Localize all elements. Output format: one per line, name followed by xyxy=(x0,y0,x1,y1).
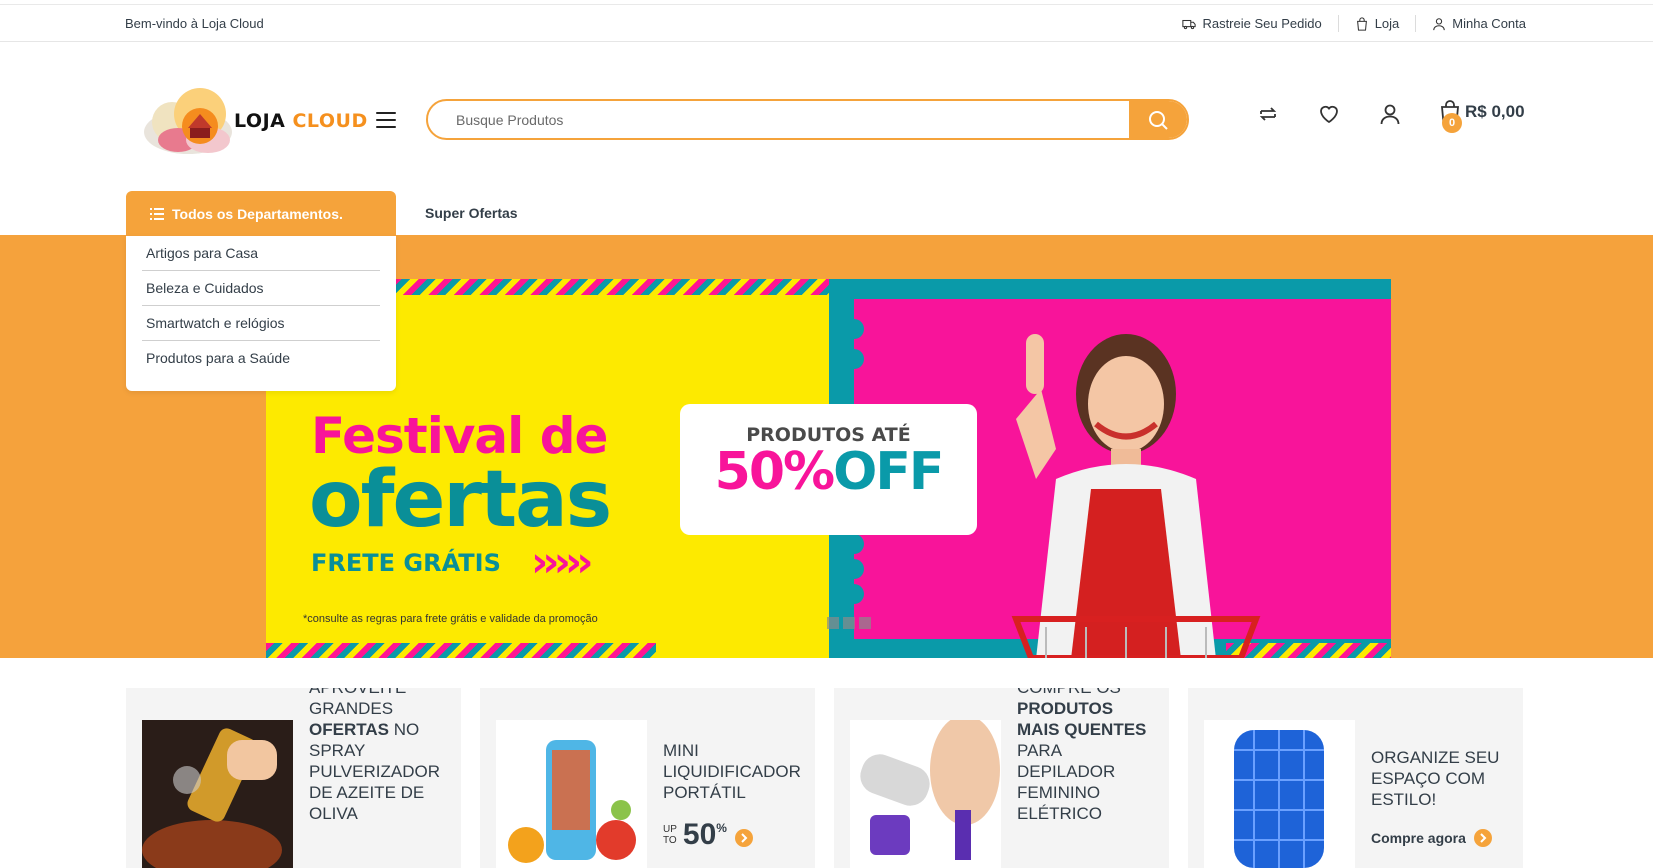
top-links: Rastreie Seu Pedido Loja Minha Conta xyxy=(1166,15,1526,32)
promo-percent: 50% xyxy=(714,442,835,502)
promo-box: PRODUTOS ATÉ 50%OFF xyxy=(680,404,977,535)
promo-card-laundry-basket[interactable]: ORGANIZE SEU ESPAÇO COM ESTILO! Compre a… xyxy=(1188,688,1523,868)
my-account-label: Minha Conta xyxy=(1452,16,1526,31)
all-departments-button[interactable]: Todos os Departamentos. xyxy=(126,191,396,236)
department-item-smartwatch[interactable]: Smartwatch e relógios xyxy=(142,306,380,341)
epilator-image xyxy=(850,720,1001,868)
slider-dots xyxy=(827,617,871,629)
list-icon xyxy=(150,207,164,220)
track-order-label: Rastreie Seu Pedido xyxy=(1202,16,1322,31)
cart-total: R$ 0,00 xyxy=(1465,102,1525,121)
department-item-casa[interactable]: Artigos para Casa xyxy=(142,236,380,271)
shopping-cart-illustration xyxy=(1011,616,1261,658)
cloud-logo-icon xyxy=(144,88,232,154)
search-icon xyxy=(1149,110,1168,130)
arrow-right-icon[interactable] xyxy=(734,829,753,847)
hamburger-menu-icon[interactable] xyxy=(376,112,396,128)
shopping-bag-icon xyxy=(1356,16,1367,31)
cart[interactable]: 0 R$ 0,00 xyxy=(1440,100,1525,133)
promo-discount: 50%OFF xyxy=(680,442,977,502)
department-item-beleza[interactable]: Beleza e Cuidados xyxy=(142,271,380,306)
logo-text-loja: LOJA xyxy=(234,110,286,132)
arrow-right-icon xyxy=(1473,829,1492,847)
department-item-saude[interactable]: Produtos para a Saúde xyxy=(142,341,380,376)
banner-fine-print: *consulte as regras para frete grátis e … xyxy=(303,613,598,625)
top-bar: Bem-vindo à Loja Cloud Rastreie Seu Pedi… xyxy=(0,4,1653,42)
card-epilator-bold: PRODUTOS MAIS QUENTES xyxy=(1017,699,1147,739)
logo-text-cloud: CLOUD xyxy=(292,110,368,132)
account-icon[interactable] xyxy=(1378,102,1402,126)
truck-icon xyxy=(1182,19,1197,29)
promo-card-mini-blender[interactable]: MINI LIQUIDIFICADOR PORTÁTIL UP TO 50 % xyxy=(480,688,815,868)
cart-count-badge: 0 xyxy=(1442,113,1462,133)
oil-sprayer-image xyxy=(142,720,293,868)
card-oil-text: APROVEITE GRANDES OFERTAS NO SPRAY PULVE… xyxy=(309,688,461,824)
laundry-basket-image xyxy=(1204,720,1355,868)
departments-menu: Artigos para Casa Beleza e Cuidados Smar… xyxy=(126,236,396,391)
banner-frete: FRETE GRÁTIS xyxy=(311,549,501,577)
promo-cards: APROVEITE GRANDES OFERTAS NO SPRAY PULVE… xyxy=(126,688,1527,868)
header-icons xyxy=(1256,102,1439,126)
shop-label: Loja xyxy=(1374,16,1400,31)
banner-line2: ofertas xyxy=(309,455,612,545)
card-blender-pct: % xyxy=(716,821,727,835)
cart-icon: 0 xyxy=(1440,100,1462,133)
all-departments-label: Todos os Departamentos. xyxy=(172,205,343,222)
my-account-link[interactable]: Minha Conta xyxy=(1415,15,1526,32)
hero-banner[interactable]: › › › › Festival de ofertas FRETE GRÁTIS… xyxy=(266,279,1391,658)
slider-dot-1[interactable] xyxy=(827,617,839,629)
card-epilator-post: PARA DEPILADOR FEMININO ELÉTRICO xyxy=(1017,741,1116,823)
card-oil-pre: APROVEITE GRANDES xyxy=(309,688,406,718)
mini-blender-image xyxy=(496,720,647,868)
search-bar xyxy=(426,99,1189,140)
slider-dot-3[interactable] xyxy=(859,617,871,629)
card-blender-title: MINI LIQUIDIFICADOR PORTÁTIL xyxy=(663,741,801,802)
promo-card-oil-sprayer[interactable]: APROVEITE GRANDES OFERTAS NO SPRAY PULVE… xyxy=(126,688,461,868)
chevrons-frete: ››››› xyxy=(531,537,593,586)
user-icon xyxy=(1433,17,1446,30)
buy-now-link[interactable]: Compre agora xyxy=(1371,829,1492,847)
slider-dot-2[interactable] xyxy=(843,617,855,629)
card-blender-upto: UP TO xyxy=(663,824,677,846)
super-ofertas-link[interactable]: Super Ofertas xyxy=(425,205,518,221)
buy-now-label: Compre agora xyxy=(1371,830,1466,846)
card-basket-title: ORGANIZE SEU ESPAÇO COM ESTILO! xyxy=(1371,748,1500,809)
shop-link[interactable]: Loja xyxy=(1337,15,1416,32)
logo-text: LOJA CLOUD xyxy=(234,110,368,132)
compare-icon[interactable] xyxy=(1256,102,1280,126)
search-input[interactable] xyxy=(456,101,1096,138)
card-epilator-pre: COMPRE OS xyxy=(1017,688,1121,697)
search-button[interactable] xyxy=(1129,101,1187,138)
welcome-text: Bem-vindo à Loja Cloud xyxy=(125,16,264,31)
heart-icon[interactable] xyxy=(1317,102,1341,126)
card-oil-bold: OFERTAS xyxy=(309,720,389,739)
card-blender-discount: UP TO 50 % xyxy=(663,818,753,852)
card-blender-value: 50 xyxy=(682,818,717,851)
woman-illustration xyxy=(1016,334,1216,658)
promo-off: OFF xyxy=(833,442,944,502)
track-order-link[interactable]: Rastreie Seu Pedido xyxy=(1166,15,1337,32)
card-epilator-text: COMPRE OS PRODUTOS MAIS QUENTES PARA DEP… xyxy=(1017,688,1157,824)
logo[interactable]: LOJA CLOUD xyxy=(138,82,368,160)
promo-card-epilator[interactable]: COMPRE OS PRODUTOS MAIS QUENTES PARA DEP… xyxy=(834,688,1169,868)
